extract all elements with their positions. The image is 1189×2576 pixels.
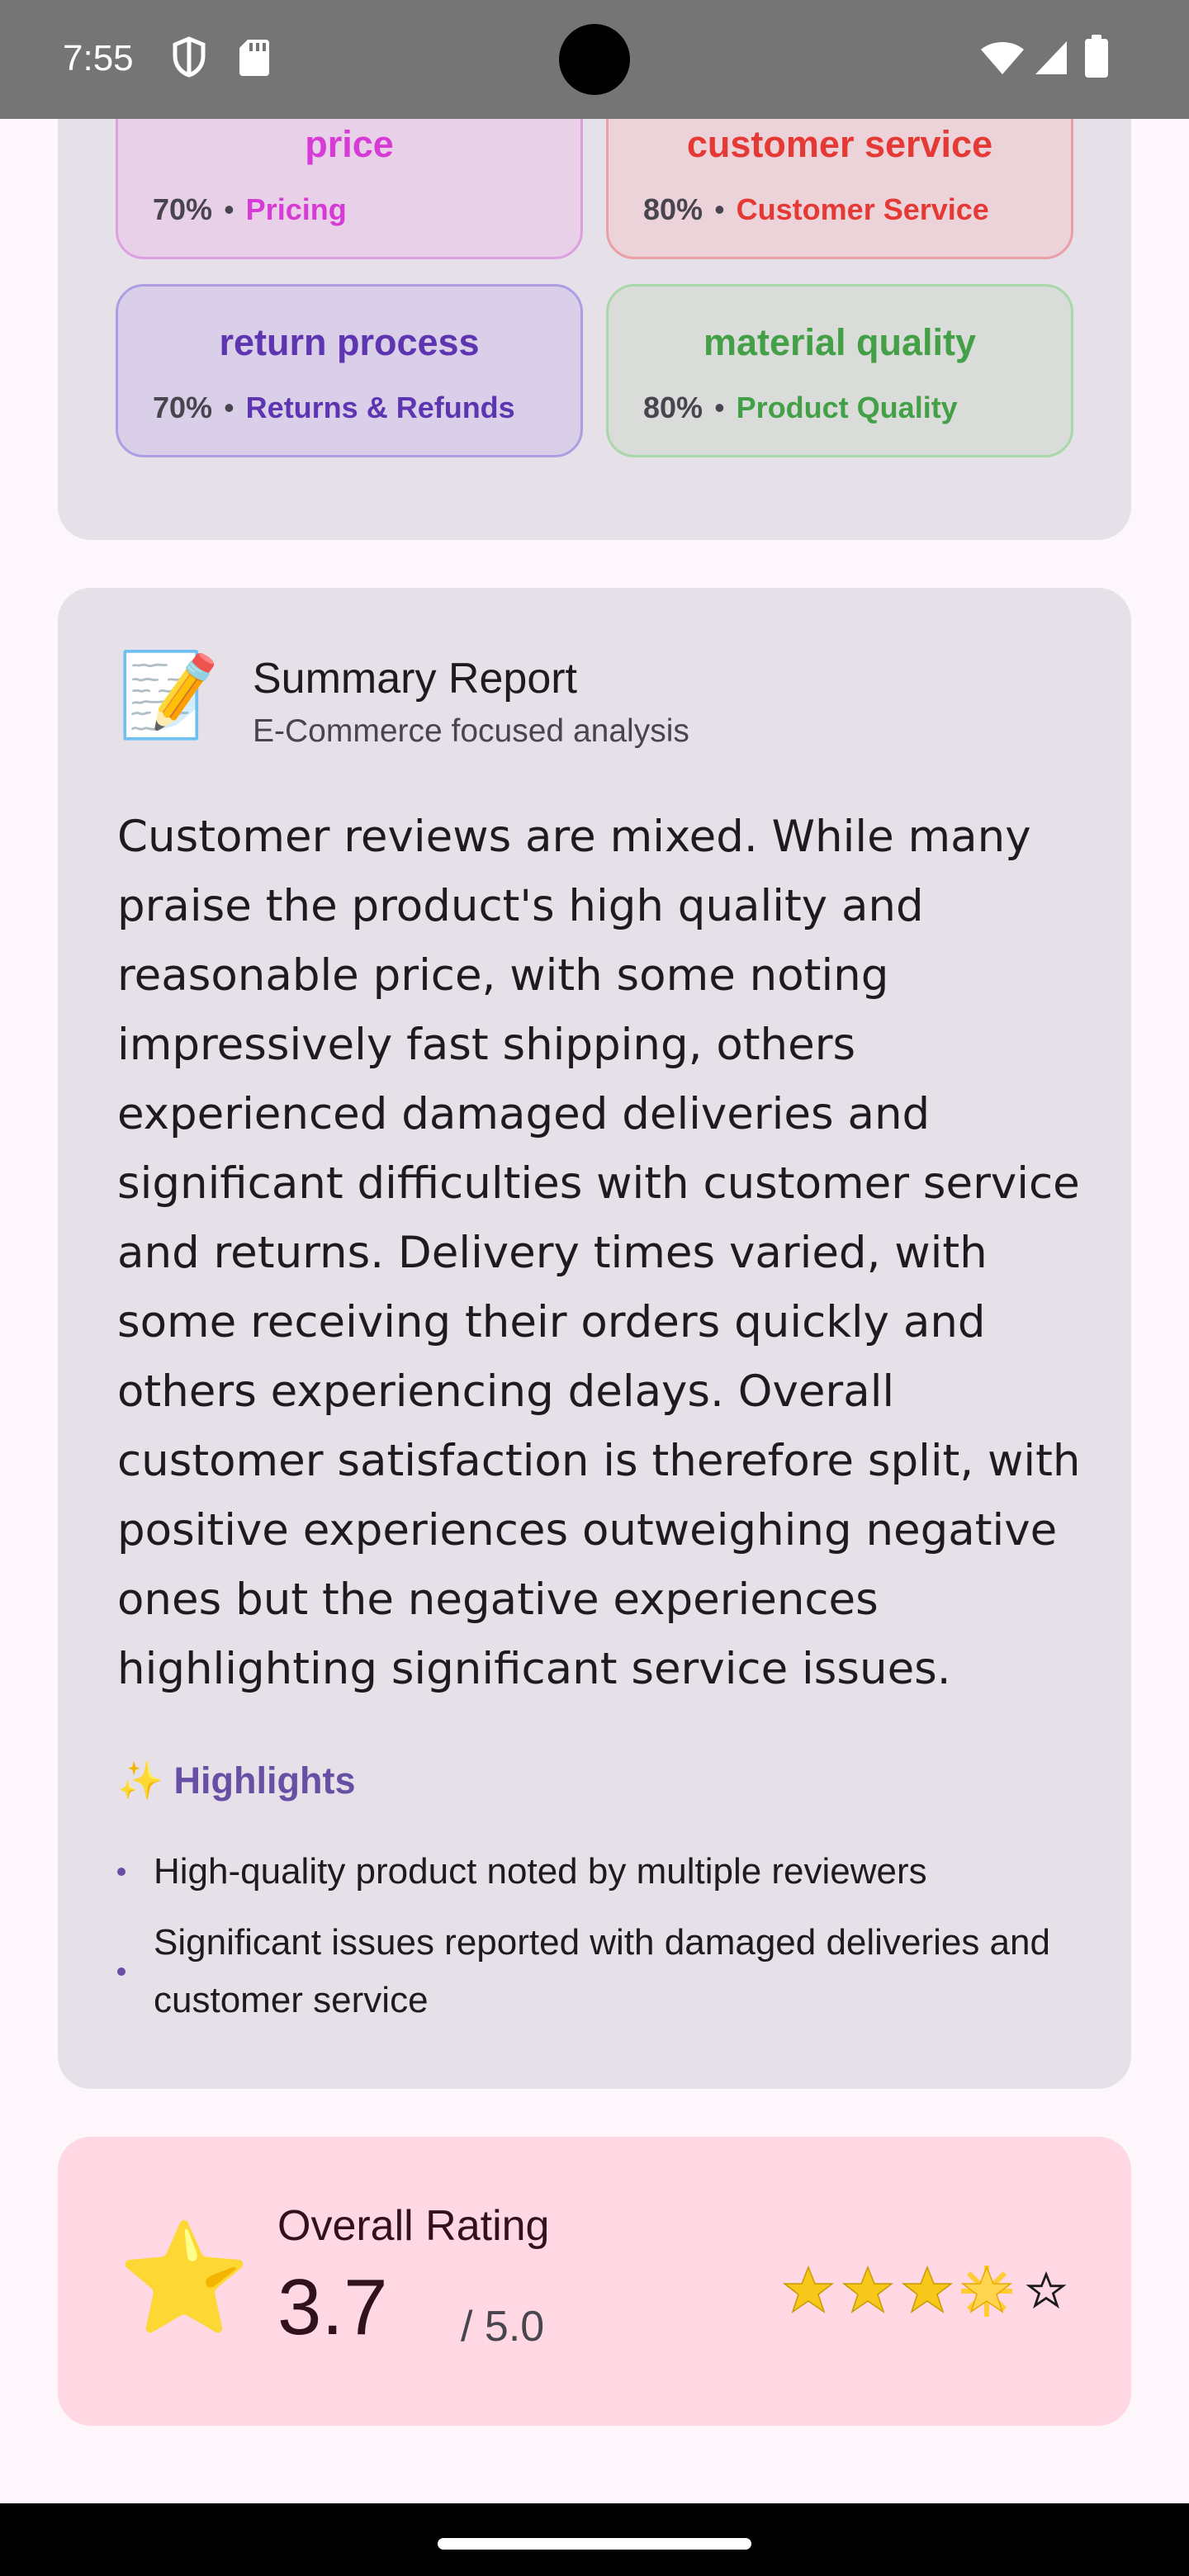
aspect-meta: 70% • Pricing [153,192,347,227]
cellular-signal-icon [1034,40,1068,79]
aspect-chip-customer-service[interactable]: customer service 80% • Customer Service [606,119,1073,259]
aspect-meta: 70% • Returns & Refunds [153,391,515,425]
aspect-category: Returns & Refunds [245,391,515,424]
shield-icon [172,36,206,81]
aspects-card: price 70% • Pricing customer service 80% • C… [58,119,1131,540]
star-icon: ⭐ [117,2215,251,2341]
camera-cutout [559,24,630,95]
star-full-icon [901,2265,954,2313]
aspect-percent: 70% [153,192,213,226]
rating-value: 3.7 [277,2263,388,2351]
aspect-category: Customer Service [736,192,989,226]
star-full-icon [782,2265,835,2313]
star-full-icon [841,2265,894,2313]
aspect-title: return process [219,321,480,363]
status-time: 7:55 [63,38,134,78]
separator-dot: • [224,192,234,226]
aspect-percent: 80% [643,192,703,226]
aspect-category: Pricing [245,192,347,226]
aspect-chip-return-process[interactable]: return process 70% • Returns & Refunds [116,284,583,457]
aspect-meta: 80% • Product Quality [643,391,958,425]
rating-max: / 5.0 [461,2303,545,2351]
highlight-text: Significant issues reported with damaged… [154,1922,1050,2020]
memo-icon: 📝 [117,646,220,743]
battery-icon [1085,35,1108,81]
highlights-title: ✨ Highlights [117,1759,356,1802]
aspect-meta: 80% • Customer Service [643,192,989,227]
rating-stars [781,2264,1073,2318]
aspect-percent: 70% [153,391,213,424]
summary-subtitle: E-Commerce focused analysis [253,713,689,749]
aspect-category: Product Quality [736,391,958,424]
aspect-chip-material-quality[interactable]: material quality 80% • Product Quality [606,284,1073,457]
bullet-icon [117,1868,126,1876]
sd-card-icon [238,36,271,81]
navigation-bar [0,2503,1189,2576]
aspect-chip-price[interactable]: price 70% • Pricing [116,119,583,259]
scroll-content[interactable]: price 70% • Pricing customer service 80% • C… [0,119,1189,2503]
aspect-title: material quality [703,321,977,363]
highlight-text: High-quality product noted by multiple r… [154,1851,927,1892]
wifi-icon [979,40,1026,79]
rating-title: Overall Rating [277,2202,550,2250]
highlight-item: High-quality product noted by multiple r… [117,1843,1108,1901]
rating-card: ⭐ Overall Rating 3.7 / 5.0 [58,2137,1131,2426]
summary-card: 📝 Summary Report E-Commerce focused anal… [58,588,1131,2089]
separator-dot: • [714,391,725,424]
highlights-list: High-quality product noted by multiple r… [117,1843,1108,2043]
summary-title: Summary Report [253,655,577,703]
aspect-title: price [305,123,394,165]
star-partial-icon [960,2265,1013,2317]
bullet-icon [117,1968,126,1976]
aspect-percent: 80% [643,391,703,424]
status-bar: 7:55 [0,0,1189,119]
separator-dot: • [224,391,234,424]
star-empty-icon [1026,2271,1067,2309]
highlight-item: Significant issues reported with damaged… [117,1914,1108,2029]
summary-body: Customer reviews are mixed. While many p… [117,812,1081,1694]
home-handle[interactable] [438,2538,751,2550]
aspect-title: customer service [686,123,993,165]
separator-dot: • [714,192,725,226]
